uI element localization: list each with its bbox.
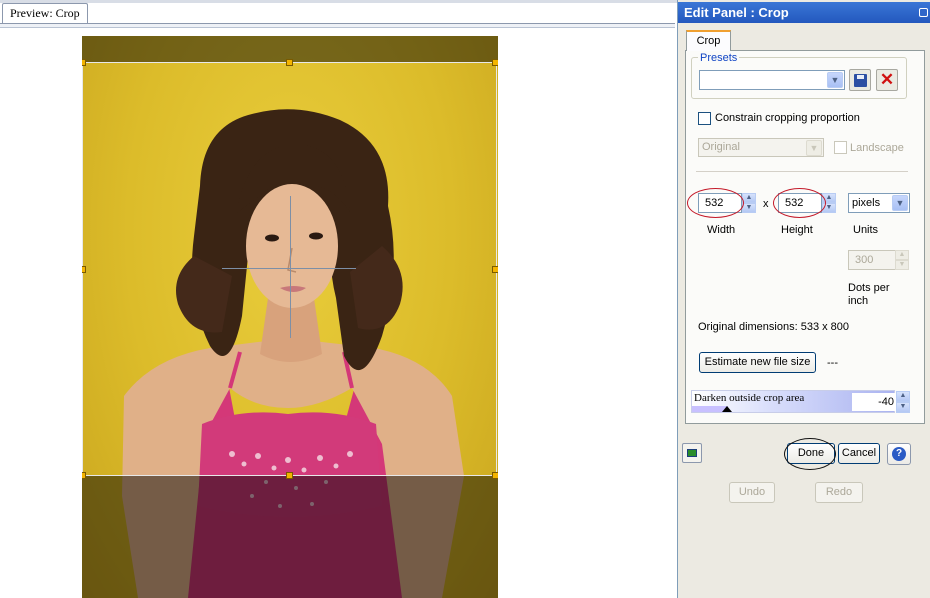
estimate-file-size-button[interactable]: Estimate new file size xyxy=(699,352,816,373)
help-icon: ? xyxy=(892,447,906,461)
darken-value-input[interactable]: -40 xyxy=(852,393,898,411)
app-window: Preview: Crop Edit Panel: Crop Crop Pre… xyxy=(0,0,930,598)
spin-up-icon[interactable]: ▲ xyxy=(742,193,756,203)
highlight-ring-done xyxy=(784,438,836,470)
crop-tab-content: Presets ▼ ✕ Constrain cropping proportio… xyxy=(685,50,925,424)
dpi-input[interactable]: 300 xyxy=(848,250,896,270)
crop-handle-bottom-right[interactable] xyxy=(492,472,498,479)
panel-tool-button[interactable] xyxy=(682,443,702,463)
width-spinner[interactable]: ▲ ▼ xyxy=(742,193,756,213)
estimate-result: --- xyxy=(827,357,838,369)
floppy-disk-icon xyxy=(854,74,867,87)
chevron-down-icon[interactable]: ▼ xyxy=(827,72,843,88)
edit-panel: Edit Panel : Crop Crop Presets ▼ ✕ Const… xyxy=(677,0,930,598)
preview-top-strip xyxy=(0,0,677,3)
dpi-label-unit: inch xyxy=(848,295,869,307)
presets-dropdown[interactable]: ▼ xyxy=(699,70,845,90)
constrain-proportion-label: Constrain cropping proportion xyxy=(715,112,860,124)
spin-up-icon[interactable]: ▲ xyxy=(895,250,909,260)
darken-outside-slider[interactable]: Darken outside crop area -40 xyxy=(691,390,898,413)
tab-crop[interactable]: Crop xyxy=(686,30,731,51)
delete-preset-button[interactable]: ✕ xyxy=(876,69,898,91)
darkened-area-bottom xyxy=(82,476,498,598)
spin-up-icon[interactable]: ▲ xyxy=(896,391,910,402)
landscape-label: Landscape xyxy=(850,142,904,154)
save-preset-button[interactable] xyxy=(849,69,871,91)
proportion-dropdown[interactable]: Original ▼ xyxy=(698,138,824,157)
undo-button[interactable]: Undo xyxy=(729,482,775,503)
crop-handle-top-right[interactable] xyxy=(492,59,498,66)
height-label: Height xyxy=(781,224,813,236)
pin-icon[interactable] xyxy=(919,8,928,17)
presets-label: Presets xyxy=(698,52,740,64)
spin-down-icon[interactable]: ▼ xyxy=(742,203,756,213)
preview-pane: Preview: Crop xyxy=(0,0,677,598)
chevron-down-icon[interactable]: ▼ xyxy=(892,195,908,211)
constrain-proportion-checkbox[interactable] xyxy=(698,112,711,125)
units-dropdown[interactable]: pixels ▼ xyxy=(848,193,910,213)
presets-group: Presets ▼ ✕ xyxy=(691,52,907,99)
crop-handle-right[interactable] xyxy=(492,266,498,273)
width-label: Width xyxy=(707,224,736,236)
cancel-button[interactable]: Cancel xyxy=(838,443,880,464)
spin-down-icon[interactable]: ▼ xyxy=(895,260,909,270)
window-icon xyxy=(687,449,697,457)
help-button[interactable]: ? xyxy=(887,443,911,465)
size-separator: x xyxy=(763,198,769,210)
preview-tab-strip xyxy=(0,23,675,28)
crop-handle-bottom[interactable] xyxy=(286,472,293,479)
crop-handle-top-left[interactable] xyxy=(82,59,86,66)
darken-outside-label: Darken outside crop area xyxy=(694,392,805,404)
units-label: Units xyxy=(853,224,879,236)
highlight-ring-width xyxy=(687,188,744,218)
highlight-ring-height xyxy=(773,188,826,218)
panel-title-bar: Edit Panel : Crop xyxy=(678,2,930,23)
darken-spinner[interactable]: ▲ ▼ xyxy=(896,391,910,413)
red-x-icon: ✕ xyxy=(879,70,895,89)
separator xyxy=(696,171,908,172)
units-selected-value: pixels xyxy=(852,197,881,209)
crop-crosshair-horizontal xyxy=(222,268,356,269)
preview-image[interactable] xyxy=(82,36,498,598)
original-dimensions: Original dimensions: 533 x 800 xyxy=(698,321,850,333)
dpi-label: Dots per xyxy=(848,282,890,294)
crop-crosshair-vertical xyxy=(290,196,291,338)
panel-title: Edit Panel : Crop xyxy=(684,5,789,20)
crop-handle-left[interactable] xyxy=(82,266,86,273)
spin-down-icon[interactable]: ▼ xyxy=(896,402,910,413)
dpi-spinner[interactable]: ▲ ▼ xyxy=(895,250,909,270)
slider-thumb-icon[interactable] xyxy=(722,406,732,412)
chevron-down-icon[interactable]: ▼ xyxy=(806,140,822,156)
redo-button[interactable]: Redo xyxy=(815,482,863,503)
crop-handle-top[interactable] xyxy=(286,59,293,66)
proportion-selected-value: Original xyxy=(702,141,740,153)
crop-handle-bottom-left[interactable] xyxy=(82,472,86,479)
tab-preview-crop[interactable]: Preview: Crop xyxy=(2,3,88,23)
landscape-checkbox[interactable] xyxy=(834,141,847,154)
